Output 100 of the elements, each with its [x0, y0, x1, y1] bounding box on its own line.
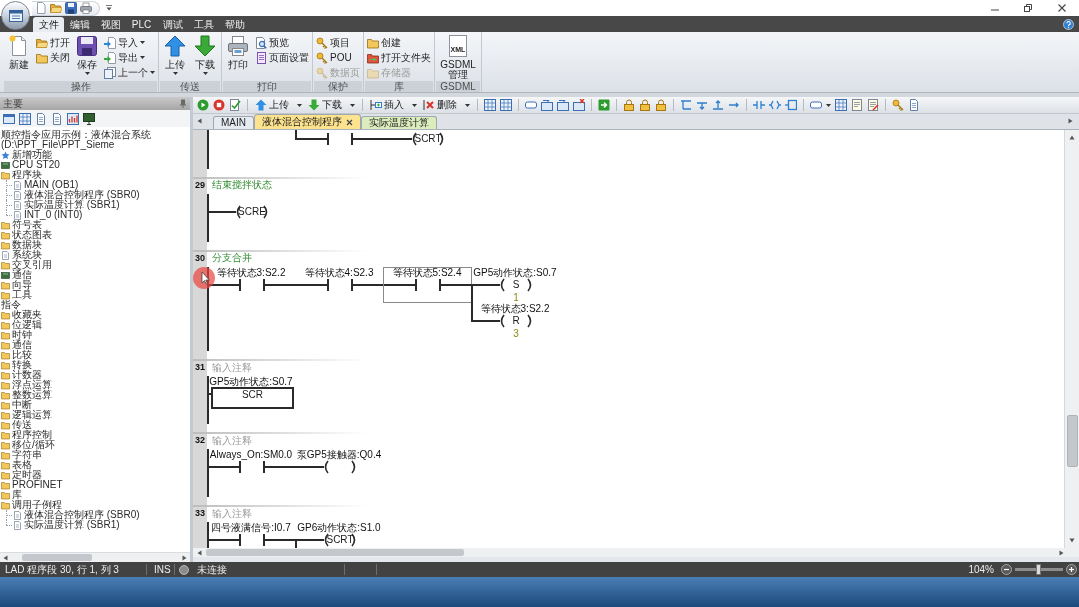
ribbon-button[interactable]: 导出: [104, 50, 155, 65]
scroll-left-icon[interactable]: [3, 554, 8, 561]
tree-item[interactable]: 位逻辑: [1, 320, 42, 330]
comment-field[interactable]: 输入注释: [212, 435, 260, 446]
horizontal-scrollbar[interactable]: [0, 552, 190, 562]
pin-icon[interactable]: [179, 99, 187, 108]
tree-item[interactable]: 实际温度计算 (SBR1): [13, 200, 120, 210]
close-icon[interactable]: [346, 118, 353, 126]
toolbar-button[interactable]: 删除: [422, 98, 471, 112]
ribbon-button[interactable]: 新建: [6, 35, 32, 81]
document-icon[interactable]: [908, 99, 920, 111]
editor-tab[interactable]: 实际温度计算: [361, 116, 437, 129]
chart-icon[interactable]: [67, 112, 79, 125]
monitor-icon[interactable]: [83, 112, 95, 125]
tree-item[interactable]: 中断: [1, 400, 32, 410]
horizontal-scrollbar[interactable]: [193, 548, 1079, 557]
toolbar-button[interactable]: 下载: [307, 98, 356, 112]
toolbar-button[interactable]: 插入: [369, 98, 418, 112]
menu-tab[interactable]: 文件: [33, 17, 64, 32]
caret-icon[interactable]: [106, 5, 112, 11]
tree-item[interactable]: 指令: [1, 300, 21, 310]
branch-line-icon[interactable]: [696, 99, 708, 111]
tree-item[interactable]: 逻辑运算: [1, 410, 52, 420]
key-icon[interactable]: [892, 99, 904, 111]
tree-item[interactable]: 程序块: [1, 170, 42, 180]
vertical-scrollbar[interactable]: [1064, 130, 1079, 548]
ribbon-button[interactable]: 页面设置: [255, 50, 309, 65]
scroll-left-icon[interactable]: [197, 118, 202, 124]
printer-icon[interactable]: [80, 2, 92, 14]
scrollbar-thumb[interactable]: [206, 549, 464, 556]
tree-item[interactable]: 收藏夹: [1, 310, 42, 320]
ribbon-button[interactable]: POU: [316, 50, 360, 65]
scroll-right-icon[interactable]: [1068, 118, 1073, 124]
scroll-right-icon[interactable]: [182, 554, 187, 561]
ribbon-button[interactable]: 创建: [367, 35, 431, 50]
ribbon-button[interactable]: 打开: [36, 35, 70, 50]
tree-item[interactable]: 字符串: [1, 450, 42, 460]
tree-item[interactable]: 库: [1, 490, 22, 500]
tree-item[interactable]: 液体混合控制程序 (SBR0): [13, 510, 140, 520]
window-icon[interactable]: [3, 112, 15, 125]
scroll-left-icon[interactable]: [197, 549, 202, 556]
help-icon[interactable]: [1063, 19, 1074, 30]
coil-icon[interactable]: [769, 99, 781, 111]
rectangle-icon[interactable]: [525, 99, 537, 111]
tree-item[interactable]: 新增功能: [1, 150, 52, 160]
ribbon-button[interactable]: 打印: [225, 35, 251, 81]
close-icon[interactable]: [1057, 3, 1067, 13]
tree-item[interactable]: 转换: [1, 360, 32, 370]
new-document-icon[interactable]: [35, 2, 47, 14]
ribbon-button[interactable]: 预览: [255, 35, 309, 50]
scrollbar-thumb[interactable]: [1066, 415, 1078, 467]
tree-item[interactable]: 系统块: [1, 250, 42, 260]
document-icon[interactable]: [51, 112, 63, 125]
restore-icon[interactable]: [1023, 3, 1033, 13]
ribbon-button[interactable]: 打开文件夹: [367, 50, 431, 65]
tree-item[interactable]: PROFINET: [1, 480, 63, 490]
tree-item[interactable]: 移位/循环: [1, 440, 55, 450]
zoom-in-icon[interactable]: [1066, 564, 1077, 575]
notepad-icon[interactable]: [851, 99, 863, 111]
tree-item[interactable]: 定时器: [1, 470, 42, 480]
tree-item[interactable]: CPU ST20: [1, 160, 60, 170]
slider-thumb[interactable]: [1035, 564, 1041, 575]
tree-item[interactable]: 计数器: [1, 370, 42, 380]
run-icon[interactable]: [197, 99, 209, 111]
tree-item[interactable]: 程序控制: [1, 430, 52, 440]
tree-item[interactable]: INT_0 (INT0): [13, 210, 83, 220]
lock-icon[interactable]: [655, 99, 667, 111]
menu-tab[interactable]: 视图: [95, 17, 126, 32]
box-icon[interactable]: [785, 99, 797, 111]
stop-icon[interactable]: [213, 99, 225, 111]
tree-item[interactable]: 浮点运算: [1, 380, 52, 390]
tree-item[interactable]: 交叉引用: [1, 260, 52, 270]
menu-tab[interactable]: 编辑: [64, 17, 95, 32]
scrollbar-thumb[interactable]: [22, 554, 92, 561]
line-arrow-icon[interactable]: [712, 99, 724, 111]
tree-item[interactable]: MAIN (OB1): [13, 180, 79, 190]
contact-icon[interactable]: [753, 99, 765, 111]
zoom-out-icon[interactable]: [1001, 564, 1012, 575]
tree-item[interactable]: 状态图表: [1, 230, 52, 240]
editor-tab[interactable]: MAIN: [213, 116, 254, 129]
editor-tab[interactable]: 液体混合控制程序: [254, 114, 361, 129]
comment-field[interactable]: 输入注释: [212, 362, 260, 373]
notepad-pencil-icon[interactable]: [867, 99, 879, 111]
tree-item[interactable]: 向导: [1, 280, 32, 290]
table-icon[interactable]: [19, 112, 31, 125]
ribbon-button[interactable]: 项目: [316, 35, 360, 50]
ribbon-button[interactable]: 导入: [104, 35, 155, 50]
grid-icon[interactable]: [500, 99, 512, 111]
tree-item[interactable]: 通信: [1, 270, 32, 280]
document-icon[interactable]: [35, 112, 47, 125]
toolbar-button[interactable]: 上传: [254, 98, 303, 112]
tree-item[interactable]: 时钟: [1, 330, 32, 340]
rectangle-icon[interactable]: [810, 99, 822, 111]
tree-item[interactable]: 实际温度计算 (SBR1): [13, 520, 120, 530]
scroll-right-icon[interactable]: [1059, 549, 1064, 556]
tree-item[interactable]: 比较: [1, 350, 32, 360]
tree-item[interactable]: 顺控指令应用示例：液体混合系统 (D:\PPT_File\PPT_Sieme: [1, 130, 187, 150]
tree-item[interactable]: 通信: [1, 340, 32, 350]
menu-tab[interactable]: 调试: [157, 17, 188, 32]
menu-tab[interactable]: 帮助: [219, 17, 250, 32]
